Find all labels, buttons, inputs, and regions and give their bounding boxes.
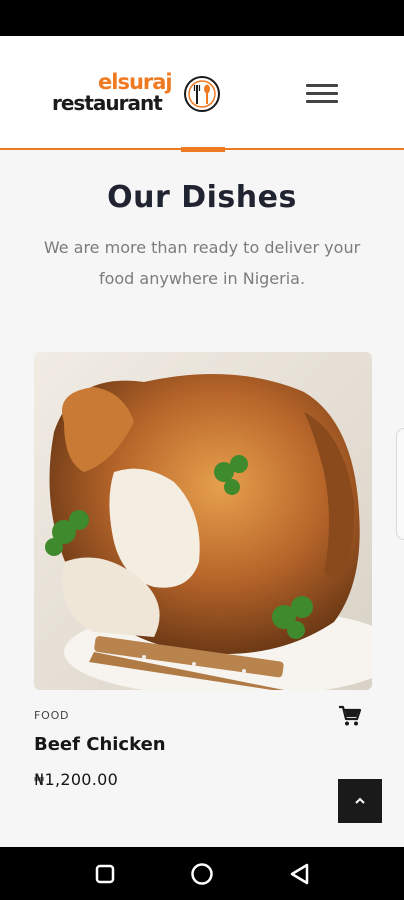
shopping-cart-icon[interactable] xyxy=(338,705,362,727)
dish-image[interactable] xyxy=(34,352,372,690)
dish-name[interactable]: Beef Chicken xyxy=(34,734,166,755)
dish-price: ₦1,200.00 xyxy=(34,770,119,789)
dish-card[interactable]: FOOD Beef Chicken ₦1,200.00 xyxy=(34,352,372,802)
chevron-up-icon xyxy=(355,797,365,804)
header-accent-line xyxy=(181,147,225,152)
status-bar xyxy=(0,0,404,36)
roast-chicken-photo xyxy=(34,352,372,690)
dish-category: FOOD xyxy=(34,709,70,722)
circle-icon[interactable] xyxy=(189,861,215,887)
triangle-back-icon[interactable] xyxy=(287,861,313,887)
side-panel-tab[interactable] xyxy=(396,428,404,540)
system-navigation-bar xyxy=(0,847,404,900)
section-title: Our Dishes xyxy=(107,180,297,215)
hamburger-menu-icon[interactable] xyxy=(302,80,342,108)
subtitle-line-2: food anywhere in Nigeria. xyxy=(98,269,306,288)
square-icon[interactable] xyxy=(92,861,118,887)
restaurant-logo[interactable]: elsuraj restaurant xyxy=(52,70,227,118)
subtitle-line-1: We are more than ready to deliver your xyxy=(43,238,361,257)
logo-text-bottom: restaurant xyxy=(52,91,163,115)
section-subtitle: We are more than ready to deliver your f… xyxy=(30,232,374,294)
scroll-to-top-button[interactable] xyxy=(338,779,382,823)
fork-spoon-logo-icon xyxy=(184,76,220,112)
